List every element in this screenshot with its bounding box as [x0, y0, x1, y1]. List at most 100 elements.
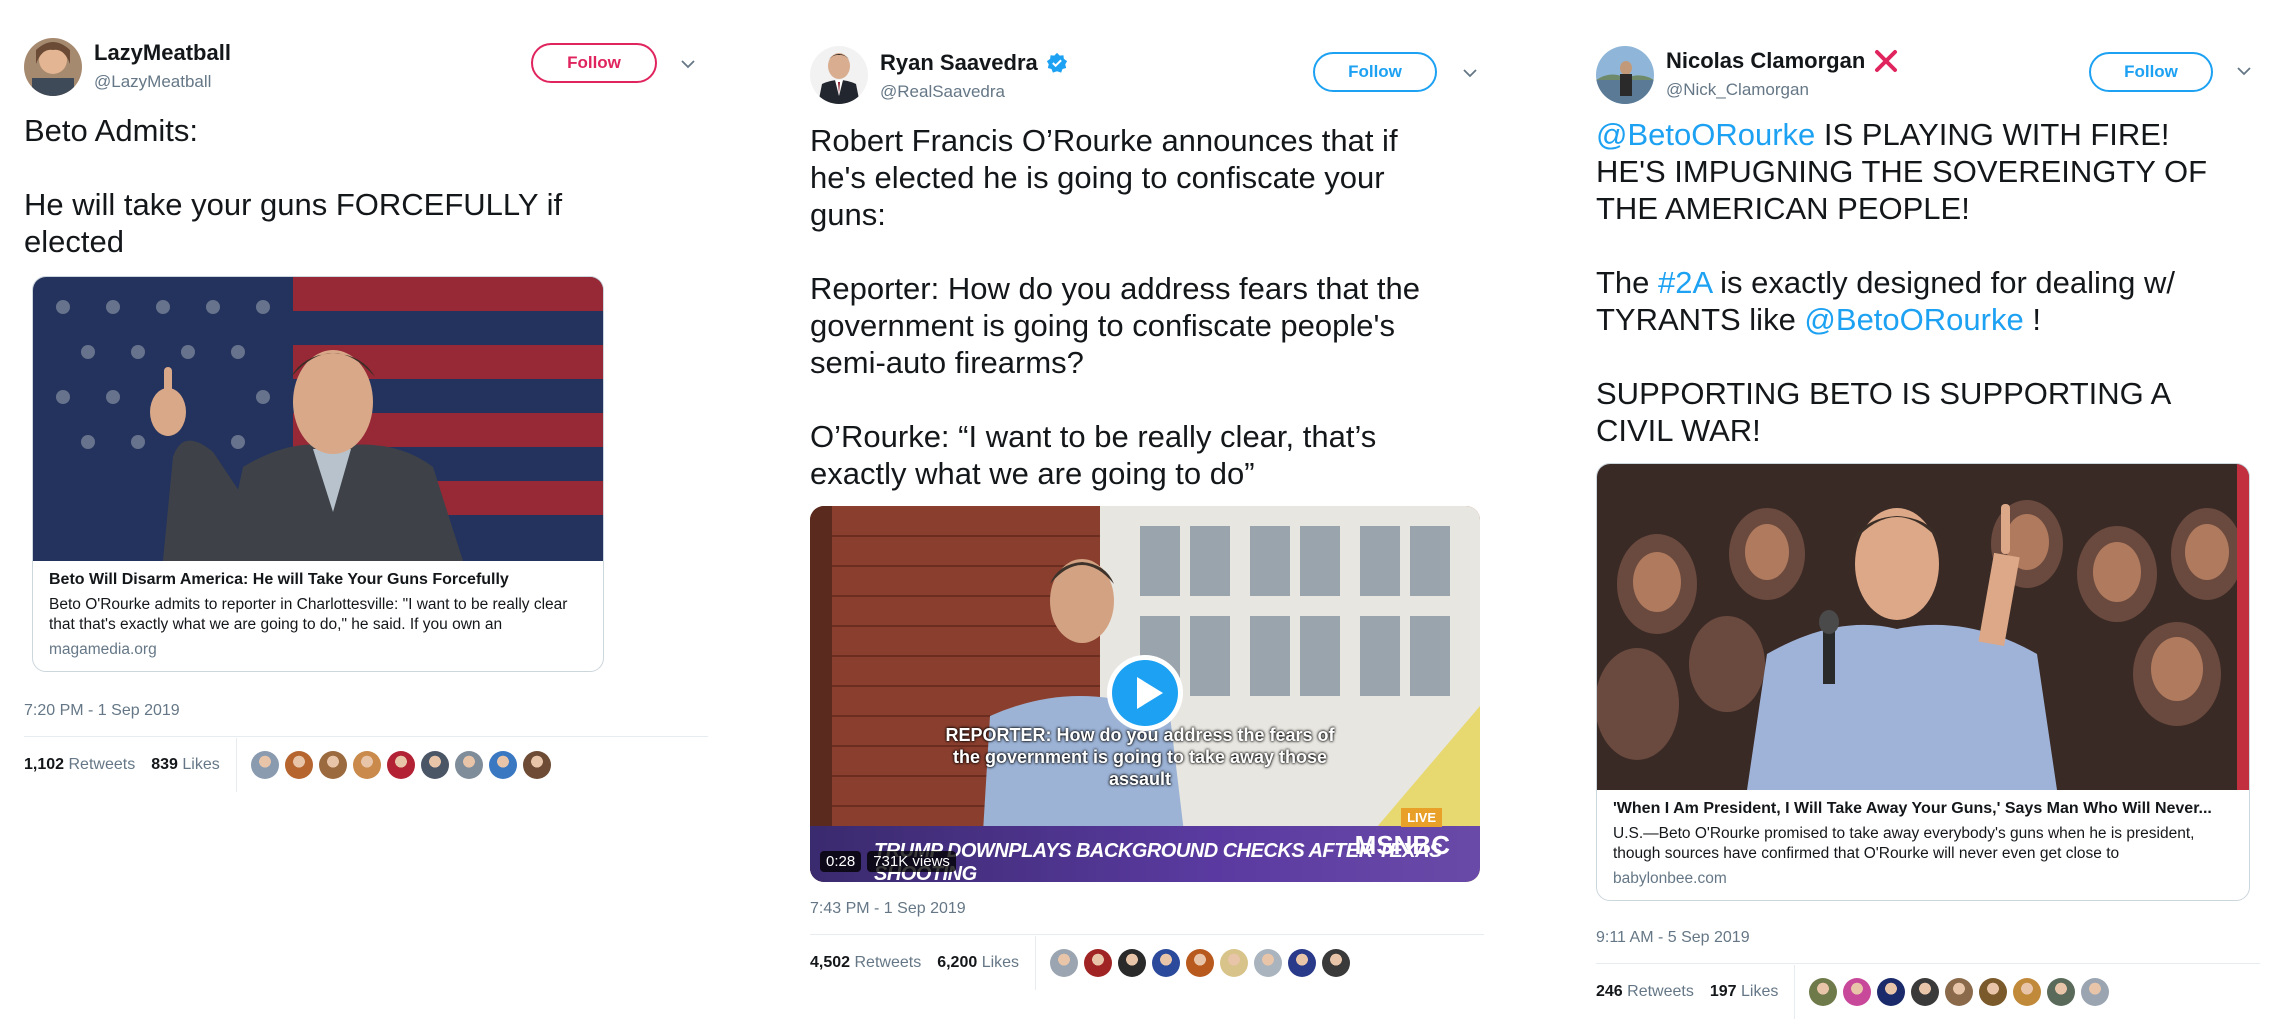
tweet-link[interactable]: #2A [1658, 265, 1711, 300]
card-text: 'When I Am President, I Will Take Away Y… [1597, 790, 2249, 900]
retweet-count[interactable]: 4,502 Retweets [810, 954, 921, 972]
liker-avatar[interactable] [1911, 978, 1940, 1006]
timestamp[interactable]: 9:11 AM - 5 Sep 2019 [1596, 929, 2260, 947]
liker-avatar[interactable] [1152, 949, 1181, 977]
retweet-count[interactable]: 1,102 Retweets [24, 756, 135, 774]
chevron-down-icon[interactable] [2236, 63, 2252, 79]
display-name[interactable]: LazyMeatball [94, 40, 231, 66]
like-count-value: 6,200 [937, 954, 978, 971]
display-name-text[interactable]: Ryan Saavedra [880, 50, 1038, 76]
liker-avatars [250, 751, 551, 779]
liker-avatar[interactable] [1084, 949, 1113, 977]
tweet-text: @BetoORourke IS PLAYING WITH FIRE! HE'S … [1596, 116, 2260, 449]
divider [1035, 936, 1037, 990]
divider [1794, 965, 1796, 1019]
display-name[interactable]: Ryan Saavedra [880, 50, 1068, 76]
liker-avatar[interactable] [1809, 978, 1838, 1006]
liker-avatar[interactable] [1186, 949, 1215, 977]
author-names: Ryan Saavedra @RealSaavedra [880, 50, 1068, 102]
timestamp[interactable]: 7:43 PM - 1 Sep 2019 [810, 900, 1484, 918]
retweets-label: Retweets [68, 756, 136, 773]
card-domain: magamedia.org [49, 641, 157, 658]
liker-avatar[interactable] [454, 751, 483, 779]
tweet-header: Ryan Saavedra @RealSaavedra Follow [810, 0, 1484, 104]
liker-avatar[interactable] [1288, 949, 1317, 977]
display-name-text[interactable]: Nicolas Clamorgan [1666, 48, 1865, 74]
card-description: Beto O'Rourke admits to reporter in Char… [49, 596, 568, 633]
red-x-icon [1875, 50, 1898, 72]
likes-label: Likes [182, 756, 220, 773]
liker-avatar[interactable] [318, 751, 347, 779]
like-count[interactable]: 839 Likes [151, 756, 220, 774]
chevron-down-icon[interactable] [1462, 65, 1478, 81]
liker-avatar[interactable] [2013, 978, 2042, 1006]
avatar[interactable] [24, 38, 82, 96]
liker-avatar[interactable] [1322, 949, 1351, 977]
video-duration: 0:28 [820, 851, 862, 872]
liker-avatar[interactable] [284, 751, 313, 779]
live-badge: LIVE [1401, 808, 1442, 827]
card-title: Beto Will Disarm America: He will Take Y… [49, 571, 509, 588]
liker-avatar[interactable] [420, 751, 449, 779]
tweet-realsaavedra: Ryan Saavedra @RealSaavedra Follow Rober… [810, 0, 1484, 991]
retweets-label: Retweets [854, 954, 922, 971]
tweet-text: Beto Admits: He will take your guns FORC… [24, 113, 563, 259]
card-title: 'When I Am President, I Will Take Away Y… [1613, 800, 2212, 817]
liker-avatar[interactable] [488, 751, 517, 779]
card-domain: babylonbee.com [1613, 870, 1727, 887]
liker-avatar[interactable] [352, 751, 381, 779]
liker-avatar[interactable] [1118, 949, 1147, 977]
retweet-count-value: 246 [1596, 983, 1623, 1000]
card-image [1597, 464, 2249, 790]
follow-button[interactable]: Follow [1313, 52, 1437, 92]
author-names: Nicolas Clamorgan @Nick_Clamorgan [1666, 48, 1899, 100]
handle[interactable]: @Nick_Clamorgan [1666, 80, 1899, 100]
video-caption: REPORTER: How do you address the fears o… [945, 725, 1335, 789]
display-name[interactable]: Nicolas Clamorgan [1666, 48, 1899, 74]
follow-button[interactable]: Follow [2089, 52, 2213, 92]
chevron-down-icon[interactable] [680, 56, 696, 72]
card-image [33, 277, 603, 561]
liker-avatar[interactable] [1877, 978, 1906, 1006]
liker-avatar[interactable] [1945, 978, 1974, 1006]
tweet-lazymeatball: LazyMeatball @LazyMeatball Follow Beto A… [24, 0, 708, 793]
liker-avatar[interactable] [1050, 949, 1079, 977]
video-meta: 0:28 731K views [820, 851, 956, 872]
liker-avatar[interactable] [2081, 978, 2110, 1006]
tweet-text: Robert Francis O’Rourke announces that i… [810, 123, 1420, 491]
handle[interactable]: @LazyMeatball [94, 72, 231, 92]
video-player[interactable]: REPORTER: How do you address the fears o… [810, 506, 1480, 882]
liker-avatar[interactable] [1979, 978, 2008, 1006]
liker-avatar[interactable] [250, 751, 279, 779]
author-names: LazyMeatball @LazyMeatball [94, 40, 231, 92]
handle[interactable]: @RealSaavedra [880, 82, 1068, 102]
follow-button[interactable]: Follow [531, 43, 657, 83]
tweet-stats: 4,502 Retweets 6,200 Likes [810, 934, 1484, 991]
like-count[interactable]: 197 Likes [1710, 983, 1779, 1001]
tweet-link[interactable]: @BetoORourke [1596, 117, 1815, 152]
retweet-count-value: 1,102 [24, 756, 65, 773]
liker-avatar[interactable] [2047, 978, 2076, 1006]
link-card[interactable]: 'When I Am President, I Will Take Away Y… [1596, 463, 2250, 901]
retweet-count[interactable]: 246 Retweets [1596, 983, 1694, 1001]
liker-avatar[interactable] [522, 751, 551, 779]
like-count[interactable]: 6,200 Likes [937, 954, 1019, 972]
liker-avatar[interactable] [1843, 978, 1872, 1006]
card-text: Beto Will Disarm America: He will Take Y… [33, 561, 603, 671]
likes-label: Likes [981, 954, 1020, 971]
tweet-stats: 246 Retweets 197 Likes [1596, 963, 2260, 1020]
link-card[interactable]: Beto Will Disarm America: He will Take Y… [32, 276, 604, 672]
network-logo: MSNBC [1354, 830, 1450, 860]
avatar[interactable] [1596, 46, 1654, 104]
tweet-stats: 1,102 Retweets 839 Likes [24, 736, 708, 793]
timestamp[interactable]: 7:20 PM - 1 Sep 2019 [24, 702, 708, 720]
tweet-link[interactable]: @BetoORourke [1804, 302, 2023, 337]
display-name-text[interactable]: LazyMeatball [94, 40, 231, 66]
avatar[interactable] [810, 46, 868, 104]
liker-avatar[interactable] [386, 751, 415, 779]
liker-avatar[interactable] [1220, 949, 1249, 977]
liker-avatar[interactable] [1254, 949, 1283, 977]
card-description: U.S.—Beto O'Rourke promised to take away… [1613, 825, 2195, 862]
liker-avatars [1050, 949, 1351, 977]
play-icon[interactable] [1105, 653, 1185, 733]
